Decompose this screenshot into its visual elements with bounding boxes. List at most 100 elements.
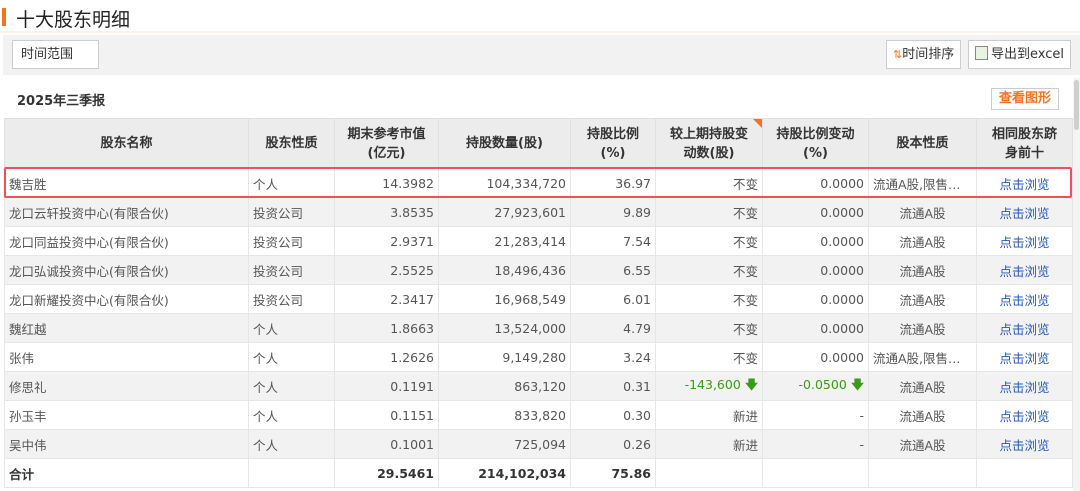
- shareholder-name: 龙口同益投资中心(有限合伙): [9, 234, 169, 250]
- shareholder-name: 吴中伟: [9, 437, 47, 453]
- market-value-cell: 0.1191: [334, 371, 439, 401]
- same-shareholder-link[interactable]: 点击浏览: [999, 322, 1049, 337]
- table-row: 龙口同益投资中心(有限合伙) 投资公司 2.9371 21,283,414 7.54 不变…: [4, 226, 1073, 256]
- shareholder-type-cell: 投资公司: [248, 284, 335, 314]
- sort-icon: ⇅: [893, 48, 903, 61]
- same-shareholder-link-cell[interactable]: 点击浏览: [976, 226, 1073, 256]
- holding-ratio: 0.31: [623, 378, 651, 394]
- same-shareholder-link[interactable]: 点击浏览: [999, 438, 1049, 453]
- share-change-cell: 不变: [655, 284, 763, 314]
- shareholder-name-cell: 孙玉丰: [4, 400, 249, 430]
- share-type-cell: 流通A股: [868, 255, 977, 285]
- table-row: 张伟 个人 1.2626 9,149,280 3.24 不变 0.0000 流通A股,限售… 点…: [4, 342, 1073, 372]
- same-shareholder-link-cell[interactable]: 点击浏览: [976, 400, 1073, 430]
- holding-ratio: 4.79: [623, 320, 651, 336]
- table-row: 魏吉胜 个人 14.3982 104,334,720 36.97 不变 0.0000 流通A股…: [4, 168, 1073, 198]
- holding-ratio-cell: 4.79: [570, 313, 656, 343]
- scrollbar[interactable]: [1073, 78, 1080, 491]
- export-excel-button[interactable]: 导出到excel: [968, 40, 1071, 69]
- down-arrow-icon: 🡇: [846, 376, 864, 392]
- share-type: 流通A股: [899, 321, 946, 337]
- share-type: 流通A股,限售…: [873, 176, 961, 192]
- same-shareholder-link-cell[interactable]: 点击浏览: [976, 284, 1073, 314]
- same-shareholder-link[interactable]: 点击浏览: [999, 380, 1049, 395]
- shares-held: 863,120: [514, 378, 566, 394]
- share-change-cell: 不变: [655, 168, 763, 198]
- table-row: 孙玉丰 个人 0.1151 833,820 0.30 新进 - 流通A股 点击浏览: [4, 400, 1073, 430]
- header-holding-ratio: 持股比例 (%): [570, 118, 656, 169]
- same-shareholder-link[interactable]: 点击浏览: [999, 351, 1049, 366]
- same-shareholder-link[interactable]: 点击浏览: [999, 235, 1049, 250]
- total-empty-cell: [976, 458, 1073, 488]
- share-change-cell: 不变: [655, 342, 763, 372]
- same-shareholder-link-cell[interactable]: 点击浏览: [976, 255, 1073, 285]
- table-row: 魏红越 个人 1.8663 13,524,000 4.79 不变 0.0000 流通A股 点击浏…: [4, 313, 1073, 343]
- share-type-cell: 流通A股,限售…: [868, 168, 977, 198]
- scrollbar-thumb[interactable]: [1074, 80, 1079, 130]
- table-row: 龙口新耀投资中心(有限合伙) 投资公司 2.3417 16,968,549 6.01 不变…: [4, 284, 1073, 314]
- same-shareholder-link-cell[interactable]: 点击浏览: [976, 197, 1073, 227]
- holding-ratio: 9.89: [623, 204, 651, 220]
- total-empty-cell: [762, 458, 869, 488]
- holding-ratio: 36.97: [615, 175, 651, 191]
- shareholder-type-cell: 个人: [248, 168, 335, 198]
- shareholder-type-cell: 个人: [248, 342, 335, 372]
- same-shareholder-link-cell[interactable]: 点击浏览: [976, 168, 1073, 198]
- holding-ratio: 0.30: [623, 407, 651, 423]
- report-period: 2025年三季报: [17, 94, 106, 109]
- market-value: 14.3982: [382, 175, 434, 191]
- time-sort-button[interactable]: ⇅时间排序: [886, 40, 962, 69]
- same-shareholder-link-cell[interactable]: 点击浏览: [976, 429, 1073, 459]
- ratio-change: 0.0000: [820, 262, 864, 278]
- market-value-cell: 2.3417: [334, 284, 439, 314]
- toolbar: 时间范围 ⇅时间排序 导出到excel: [3, 35, 1080, 75]
- same-shareholder-link[interactable]: 点击浏览: [999, 293, 1049, 308]
- shares-held-cell: 104,334,720: [438, 168, 571, 198]
- shareholder-name-cell: 龙口同益投资中心(有限合伙): [4, 226, 249, 256]
- time-sort-label: 时间排序: [902, 47, 955, 62]
- shares-held: 9,149,280: [502, 349, 566, 365]
- shareholder-type: 个人: [253, 350, 279, 366]
- shareholder-type: 个人: [253, 437, 279, 453]
- market-value: 2.9371: [390, 233, 434, 249]
- share-change: 不变: [732, 205, 758, 221]
- same-shareholder-link-cell[interactable]: 点击浏览: [976, 371, 1073, 401]
- same-shareholder-link-cell[interactable]: 点击浏览: [976, 342, 1073, 372]
- share-change-cell: 不变: [655, 255, 763, 285]
- share-change: 不变: [732, 176, 758, 192]
- same-shareholder-link[interactable]: 点击浏览: [999, 409, 1049, 424]
- holding-ratio-cell: 3.24: [570, 342, 656, 372]
- share-type: 流通A股: [899, 263, 946, 279]
- holding-ratio: 3.24: [623, 349, 651, 365]
- shareholder-type-cell: 投资公司: [248, 255, 335, 285]
- market-value: 2.5525: [390, 262, 434, 278]
- time-range-button[interactable]: 时间范围: [12, 40, 99, 69]
- market-value-cell: 1.8663: [334, 313, 439, 343]
- header-same-shareholder-link: 相同股东跻 身前十: [976, 118, 1073, 169]
- shares-held: 21,283,414: [494, 233, 566, 249]
- view-chart-button[interactable]: 查看图形: [991, 88, 1059, 110]
- shareholder-type: 投资公司: [253, 234, 304, 250]
- ratio-change: 0.0000: [820, 320, 864, 336]
- total-market_value: 29.5461: [334, 458, 439, 488]
- same-shareholder-link[interactable]: 点击浏览: [999, 264, 1049, 279]
- share-type: 流通A股: [899, 379, 946, 395]
- market-value: 0.1001: [390, 436, 434, 452]
- table-row: 龙口弘诚投资中心(有限合伙) 投资公司 2.5525 18,496,436 6.55 不变…: [4, 255, 1073, 285]
- market-value-cell: 1.2626: [334, 342, 439, 372]
- shareholder-name-cell: 魏吉胜: [4, 168, 249, 198]
- shareholder-name-cell: 龙口新耀投资中心(有限合伙): [4, 284, 249, 314]
- shareholder-type-cell: 个人: [248, 400, 335, 430]
- holding-ratio: 6.55: [623, 262, 651, 278]
- ratio-change-cell: -: [762, 429, 869, 459]
- shares-held: 13,524,000: [494, 320, 566, 336]
- same-shareholder-link[interactable]: 点击浏览: [999, 177, 1049, 192]
- share-change-cell: 新进: [655, 429, 763, 459]
- same-shareholder-link-cell[interactable]: 点击浏览: [976, 313, 1073, 343]
- shares-held: 16,968,549: [494, 291, 566, 307]
- shareholder-type-cell: 投资公司: [248, 197, 335, 227]
- shareholder-name-cell: 张伟: [4, 342, 249, 372]
- share-change: 不变: [732, 263, 758, 279]
- market-value: 2.3417: [390, 291, 434, 307]
- same-shareholder-link[interactable]: 点击浏览: [999, 206, 1049, 221]
